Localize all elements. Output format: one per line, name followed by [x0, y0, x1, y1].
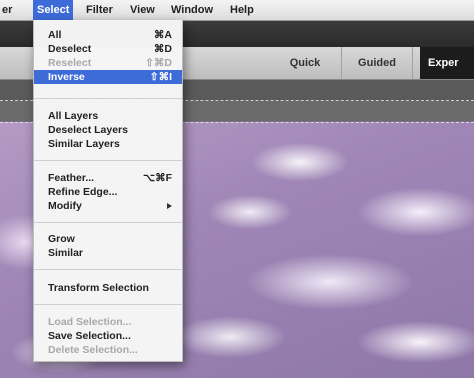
select-menu-dropdown: All ⌘A Deselect ⌘D Reselect ⇧⌘D Inverse … [33, 20, 183, 362]
menu-window[interactable]: Window [171, 0, 213, 20]
tab-guided[interactable]: Guided [341, 47, 413, 79]
menu-item-inverse[interactable]: Inverse ⇧⌘I [34, 70, 182, 84]
menu-item-feather[interactable]: Feather... ⌥⌘F [34, 171, 182, 185]
menu-photoshop-elements[interactable]: er [2, 0, 12, 20]
menu-item-deselect-layers[interactable]: Deselect Layers [34, 123, 182, 137]
menu-item-save-selection[interactable]: Save Selection... [34, 329, 182, 343]
menu-item-all[interactable]: All ⌘A [34, 28, 182, 42]
submenu-arrow-icon [167, 203, 172, 209]
menu-filter[interactable]: Filter [86, 0, 113, 20]
menu-item-transform-selection[interactable]: Transform Selection [34, 281, 182, 295]
menu-item-delete-selection: Delete Selection... [48, 344, 138, 356]
tab-expert[interactable]: Exper [420, 47, 474, 79]
menu-separator [34, 304, 182, 305]
menu-view[interactable]: View [130, 0, 155, 20]
menu-help[interactable]: Help [230, 0, 254, 20]
menu-item-similar-layers[interactable]: Similar Layers [34, 137, 182, 151]
menu-item-refine-edge[interactable]: Refine Edge... [34, 185, 182, 199]
menu-bar: er Select Filter View Window Help [0, 0, 474, 21]
menu-separator [34, 269, 182, 270]
menu-separator [34, 160, 182, 161]
menu-item-grow[interactable]: Grow [34, 232, 182, 246]
menu-item-modify[interactable]: Modify [34, 199, 182, 213]
menu-separator [34, 222, 182, 223]
menu-item-reselect: Reselect ⇧⌘D [48, 57, 172, 69]
menu-item-similar[interactable]: Similar [34, 246, 182, 260]
menu-item-all-layers[interactable]: All Layers [34, 109, 182, 123]
tab-quick[interactable]: Quick [270, 47, 340, 79]
menu-separator [34, 98, 182, 99]
menu-item-deselect[interactable]: Deselect ⌘D [34, 42, 182, 56]
menu-select[interactable]: Select [33, 0, 74, 20]
menu-item-load-selection: Load Selection... [48, 316, 132, 328]
